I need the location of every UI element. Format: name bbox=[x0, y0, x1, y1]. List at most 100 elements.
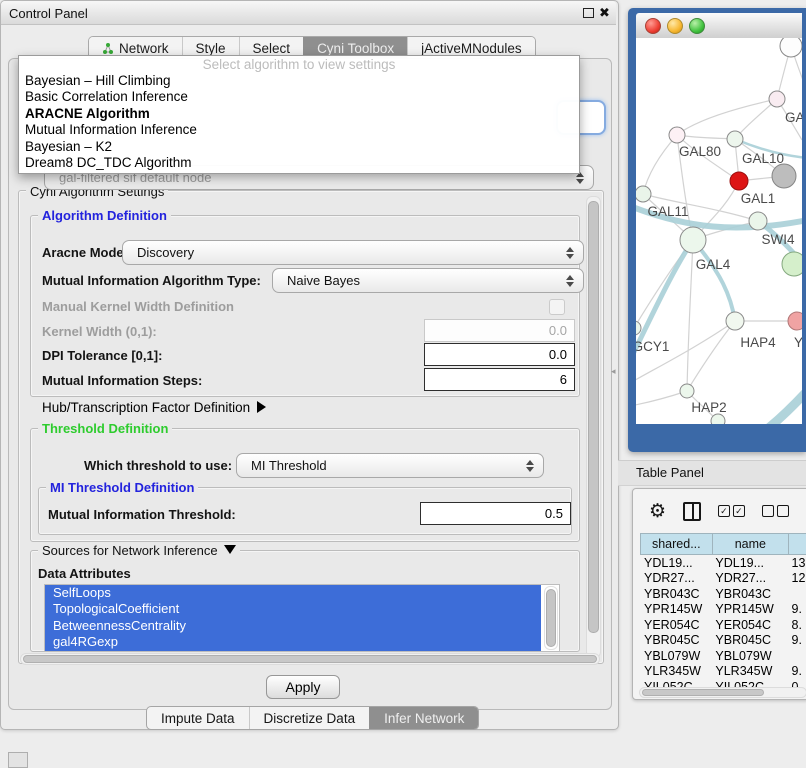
network-node-GCY1[interactable] bbox=[636, 321, 641, 335]
mi-threshold-field[interactable]: 0.5 bbox=[420, 502, 571, 525]
collapsed-arrow-icon bbox=[257, 401, 266, 413]
control-panel-titlebar[interactable]: Control Panel ✖ bbox=[1, 1, 616, 25]
network-node-bottom-node[interactable] bbox=[711, 414, 725, 424]
close-icon[interactable]: ✖ bbox=[599, 5, 610, 21]
table-row[interactable]: YER054CYER054C8. bbox=[640, 617, 806, 633]
manual-kernel-width-checkbox[interactable] bbox=[549, 299, 565, 315]
settings-scrollbar-thumb[interactable] bbox=[588, 201, 599, 633]
which-threshold-combo[interactable]: MI Threshold bbox=[236, 453, 544, 478]
tab-label: Select bbox=[253, 41, 291, 56]
network-node-GAL80[interactable] bbox=[669, 127, 685, 143]
network-edge[interactable] bbox=[687, 321, 735, 391]
algorithm-option[interactable]: Dream8 DC_TDC Algorithm bbox=[19, 155, 579, 171]
dpi-tolerance-field[interactable]: 0.0 bbox=[424, 343, 575, 366]
algorithm-option[interactable]: Mutual Information Inference bbox=[19, 122, 579, 138]
minimize-traffic-light-icon[interactable] bbox=[667, 18, 683, 34]
dpi-tolerance-value: 0.0 bbox=[549, 347, 567, 362]
table-cell: YER054C bbox=[711, 618, 787, 632]
algorithm-option[interactable]: ARACNE Algorithm bbox=[19, 106, 579, 122]
minimized-panel-icon[interactable] bbox=[8, 752, 28, 768]
network-node-top-node[interactable] bbox=[780, 38, 802, 57]
apply-button[interactable]: Apply bbox=[266, 675, 340, 699]
attribute-list-scrollbar[interactable] bbox=[544, 586, 558, 650]
algorithm-option[interactable]: Bayesian – Hill Climbing bbox=[19, 73, 579, 89]
tab-label: Style bbox=[196, 41, 226, 56]
network-node-salmon[interactable] bbox=[788, 312, 802, 330]
data-attributes-list[interactable]: SelfLoopsTopologicalCoefficientBetweenne… bbox=[44, 584, 560, 652]
table-cell: YBL079W bbox=[711, 649, 787, 663]
combo-spinner-icon bbox=[526, 460, 534, 472]
column-header-shared...[interactable]: shared... bbox=[640, 533, 713, 555]
table-row[interactable]: YBR045CYBR045C9. bbox=[640, 633, 806, 649]
aracne-mode-combo[interactable]: Discovery bbox=[122, 240, 584, 265]
attribute-list-item[interactable]: TopologicalCoefficient bbox=[45, 601, 541, 617]
network-edge-highlighted[interactable] bbox=[766, 390, 802, 424]
attribute-list-item[interactable]: gal4RGexp bbox=[45, 634, 541, 650]
table-row[interactable]: YBR043CYBR043C bbox=[640, 586, 806, 602]
network-node-GAL4[interactable] bbox=[680, 227, 706, 253]
aracne-mode-value: Discovery bbox=[137, 245, 194, 260]
algorithm-option[interactable]: Bayesian – K2 bbox=[19, 139, 579, 155]
tab-label: Cyni Toolbox bbox=[317, 41, 394, 56]
hub-tf-definition-toggle[interactable]: Hub/Transcription Factor Definition bbox=[42, 400, 266, 415]
column-header-partial[interactable] bbox=[789, 533, 806, 555]
network-edge-highlighted[interactable] bbox=[693, 240, 735, 321]
close-traffic-light-icon[interactable] bbox=[645, 18, 661, 34]
float-window-icon[interactable] bbox=[583, 8, 594, 18]
zoom-traffic-light-icon[interactable] bbox=[689, 18, 705, 34]
tab-label: jActiveMNodules bbox=[421, 41, 522, 56]
node-label: GAL10 bbox=[742, 151, 784, 166]
attribute-list-item[interactable]: SelfLoops bbox=[45, 585, 541, 601]
bottom-tab-discretize-data[interactable]: Discretize Data bbox=[249, 707, 370, 729]
mi-steps-field[interactable]: 6 bbox=[424, 368, 575, 391]
network-node-gray-node[interactable] bbox=[772, 164, 796, 188]
attribute-list-item[interactable]: BetweennessCentrality bbox=[45, 618, 541, 634]
mi-algorithm-type-combo[interactable]: Naive Bayes bbox=[272, 268, 584, 293]
network-node-GAL1[interactable] bbox=[730, 172, 748, 190]
table-row[interactable]: YBL079WYBL079W bbox=[640, 648, 806, 664]
network-node-HAP4[interactable] bbox=[726, 312, 744, 330]
network-edge[interactable] bbox=[677, 135, 735, 139]
settings-scrollbar[interactable] bbox=[586, 196, 601, 658]
table-cell: 8. bbox=[788, 618, 806, 632]
table-hscrollbar-thumb[interactable] bbox=[642, 689, 764, 696]
split-columns-icon[interactable] bbox=[683, 502, 701, 521]
attribute-list-scrollbar-thumb[interactable] bbox=[546, 589, 556, 647]
network-node-SWI4[interactable] bbox=[749, 212, 767, 230]
sources-title: Sources for Network Inference bbox=[42, 543, 218, 558]
settings-hscrollbar-thumb[interactable] bbox=[23, 655, 597, 663]
select-all-checkboxes-icon[interactable]: ✓✓ bbox=[718, 505, 745, 517]
table-hscrollbar[interactable] bbox=[639, 687, 806, 698]
node-label: GAL80 bbox=[679, 144, 721, 159]
column-header-name[interactable]: name bbox=[713, 533, 790, 555]
mi-algorithm-type-value: Naive Bayes bbox=[287, 273, 360, 288]
network-edge[interactable] bbox=[636, 391, 687, 406]
network-canvas[interactable]: GAL80GAL10GAL1GAL11SWI4GAL4HAP4GCY1HAP2G… bbox=[636, 38, 802, 424]
bottom-tab-infer-network[interactable]: Infer Network bbox=[369, 707, 478, 729]
deselect-all-checkboxes-icon[interactable] bbox=[762, 505, 789, 517]
network-edge[interactable] bbox=[643, 135, 677, 194]
table-row[interactable]: YDR27...YDR27...12 bbox=[640, 571, 806, 587]
table-cell: 9. bbox=[788, 633, 806, 647]
bottom-tab-impute-data[interactable]: Impute Data bbox=[147, 707, 249, 729]
table-row[interactable]: YDL19...YDL19...13 bbox=[640, 555, 806, 571]
sources-title-row[interactable]: Sources for Network Inference bbox=[38, 543, 240, 558]
data-attributes-label: Data Attributes bbox=[38, 566, 131, 581]
gear-icon[interactable]: ⚙ bbox=[649, 502, 666, 521]
network-node-GAL10[interactable] bbox=[727, 131, 743, 147]
network-edge[interactable] bbox=[735, 99, 777, 139]
table-row[interactable]: YLR345WYLR345W9. bbox=[640, 664, 806, 680]
network-icon bbox=[102, 42, 114, 55]
algorithm-option[interactable]: Basic Correlation Inference bbox=[19, 89, 579, 105]
network-edge[interactable] bbox=[677, 99, 777, 135]
settings-hscrollbar[interactable] bbox=[20, 653, 600, 665]
table-row[interactable]: YPR145WYPR145W9. bbox=[640, 602, 806, 618]
kernel-width-field[interactable]: 0.0 bbox=[424, 319, 575, 342]
mi-algorithm-type-label: Mutual Information Algorithm Type: bbox=[42, 273, 261, 288]
network-node-pink-a[interactable] bbox=[769, 91, 785, 107]
network-node-right-green[interactable] bbox=[782, 252, 802, 276]
network-edge[interactable] bbox=[687, 240, 693, 391]
split-pane-handle-icon[interactable]: ◂ bbox=[611, 366, 616, 377]
network-node-GAL11[interactable] bbox=[636, 186, 651, 202]
network-node-HAP2[interactable] bbox=[680, 384, 694, 398]
